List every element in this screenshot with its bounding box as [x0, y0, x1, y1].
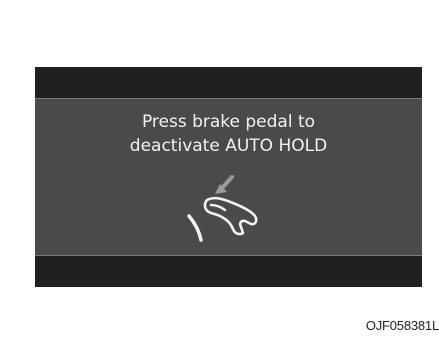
display-top-bar	[35, 67, 422, 98]
shoe-icon	[203, 196, 258, 236]
press-arrow-icon	[215, 175, 234, 194]
brake-pedal-press-icon	[187, 175, 258, 242]
pedal-arc-icon	[187, 214, 203, 242]
message-line-2: deactivate AUTO HOLD	[129, 136, 328, 156]
message-line-1: Press brake pedal to	[141, 112, 316, 132]
display-bottom-bar	[35, 256, 422, 287]
cluster-display: Press brake pedal to deactivate AUTO HOL…	[35, 67, 422, 287]
figure-code: OJF058381L	[365, 318, 439, 333]
display-top-divider	[35, 98, 422, 99]
auto-hold-message: Press brake pedal to deactivate AUTO HOL…	[35, 110, 422, 158]
